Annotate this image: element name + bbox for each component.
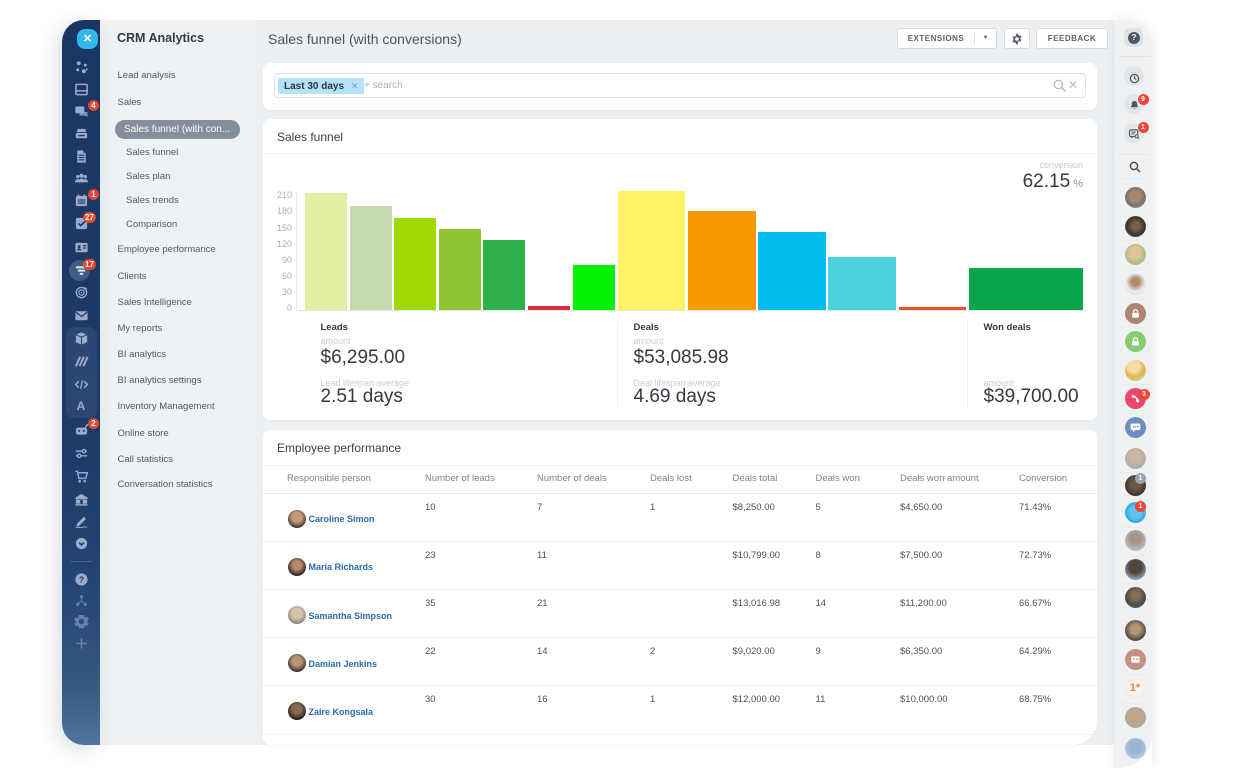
svg-text:?: ? — [78, 574, 83, 584]
